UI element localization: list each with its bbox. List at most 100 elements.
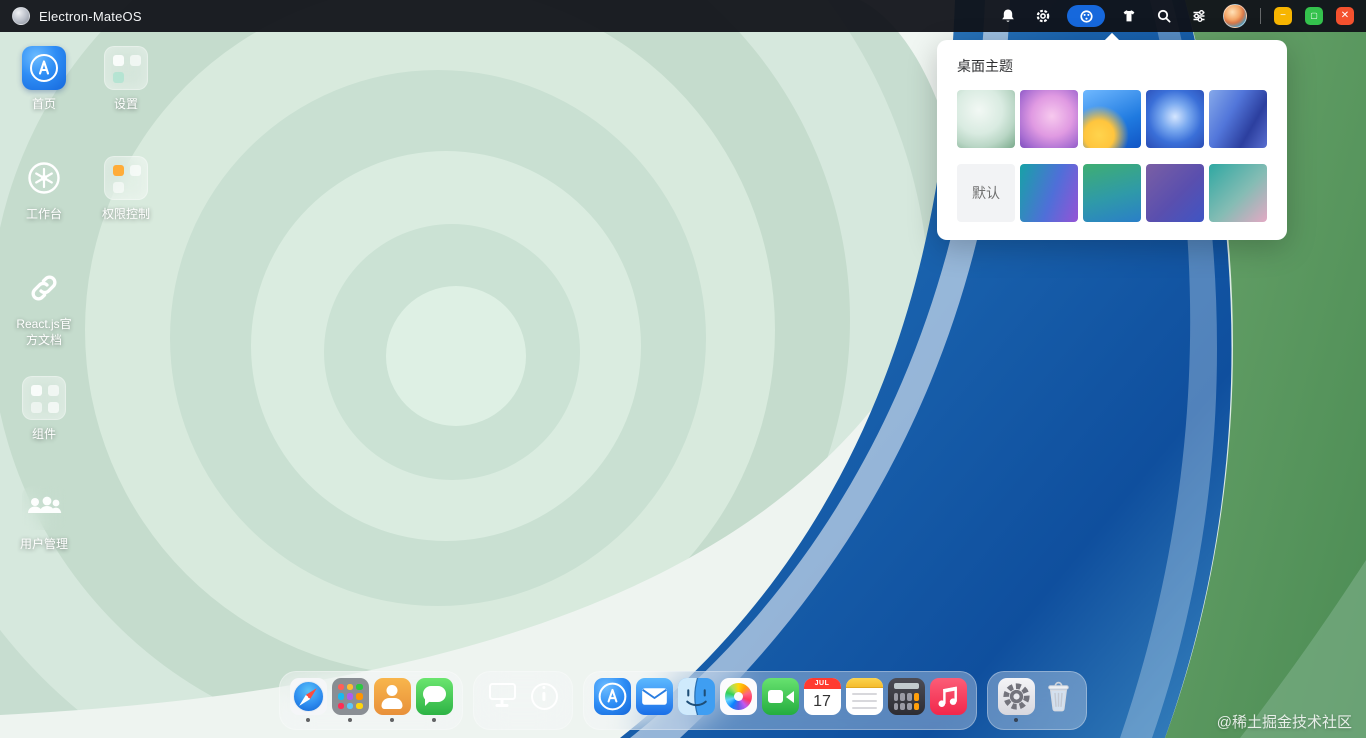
- trash-icon: [1040, 678, 1077, 715]
- control-center-button[interactable]: [1188, 5, 1210, 27]
- wallpaper-theme-button[interactable]: [1118, 5, 1140, 27]
- dock-item-info[interactable]: [524, 678, 564, 722]
- mini-app-tile: [113, 182, 124, 193]
- dock-item-safari[interactable]: [288, 678, 328, 722]
- theme-thumb-teal-pink[interactable]: [1209, 164, 1267, 222]
- desktop-icon-user-management[interactable]: 用户管理: [2, 486, 86, 552]
- running-indicator: [348, 718, 352, 722]
- theme-thumb-default[interactable]: 默认: [957, 164, 1015, 222]
- calendar-month: JUL: [804, 678, 841, 689]
- photos-icon: [720, 678, 757, 715]
- theme-thumb-purple-indigo[interactable]: [1146, 164, 1204, 222]
- dock-item-mail[interactable]: [634, 678, 674, 722]
- permissions-folder-icon: [104, 156, 148, 200]
- notification-bell-button[interactable]: [997, 5, 1019, 27]
- sliders-icon: [1191, 8, 1207, 24]
- dock-group-3: JUL 17: [583, 671, 977, 730]
- os-title: Electron-MateOS: [39, 9, 142, 24]
- dock-item-photos[interactable]: [718, 678, 758, 722]
- workbench-wheel-icon: [22, 156, 66, 200]
- desktop-icon-label: 用户管理: [20, 536, 68, 552]
- desktop-icon-react-docs[interactable]: React.js官方文档: [2, 266, 86, 348]
- mini-app-tile: [31, 402, 42, 413]
- mini-app-tile: [48, 385, 59, 396]
- theme-thumb-mint-swirl[interactable]: [957, 90, 1015, 148]
- messages-icon: [416, 678, 453, 715]
- dock-item-music[interactable]: [928, 678, 968, 722]
- dock-item-settings[interactable]: [996, 678, 1036, 722]
- dock-group-4: [987, 671, 1087, 730]
- music-icon: [930, 678, 967, 715]
- desktop-icon-label: 首页: [32, 96, 56, 112]
- dock-item-launchpad[interactable]: [330, 678, 370, 722]
- mini-app-tile: [48, 402, 59, 413]
- facetime-icon: [762, 678, 799, 715]
- desktop-icon-workbench[interactable]: 工作台: [2, 156, 86, 222]
- window-close-button[interactable]: ✕: [1336, 7, 1354, 25]
- theme-color-icon: [1079, 9, 1094, 24]
- desktop-icon-permissions[interactable]: 权限控制: [84, 156, 168, 222]
- dock-item-trash[interactable]: [1038, 678, 1078, 722]
- mini-app-tile: [130, 165, 141, 176]
- users-icon: [22, 486, 66, 530]
- gear-icon: [1035, 8, 1051, 24]
- launchpad-icon: [332, 678, 369, 715]
- theme-thumb-blue-violet[interactable]: [1209, 90, 1267, 148]
- dock-item-calendar[interactable]: JUL 17: [802, 678, 842, 722]
- theme-grid: 默认: [957, 90, 1267, 222]
- running-indicator: [432, 718, 436, 722]
- bell-icon: [1000, 8, 1016, 24]
- components-folder-icon: [22, 376, 66, 420]
- dock-group-2: [473, 671, 573, 730]
- dock-group-1: [279, 671, 463, 730]
- watermark: @稀土掘金技术社区: [1217, 711, 1352, 732]
- desktop-icon-label: 工作台: [26, 206, 62, 222]
- dock-item-calculator[interactable]: [886, 678, 926, 722]
- desktop-icon-home[interactable]: 首页: [2, 46, 86, 112]
- desktop-icon-label: React.js官方文档: [12, 316, 76, 348]
- theme-thumb-blue-sphere[interactable]: [1146, 90, 1204, 148]
- window-maximize-button[interactable]: ▢: [1305, 7, 1323, 25]
- theme-thumb-blue-yellow[interactable]: [1083, 90, 1141, 148]
- dock-item-contacts[interactable]: [372, 678, 412, 722]
- dock-item-finder[interactable]: [676, 678, 716, 722]
- desktop-icon-settings[interactable]: 设置: [84, 46, 168, 112]
- theme-thumb-pink-flower[interactable]: [1020, 90, 1078, 148]
- dock-item-appstore[interactable]: [592, 678, 632, 722]
- dock: JUL 17: [279, 671, 1087, 730]
- search-icon: [1156, 8, 1172, 24]
- appstore-a-icon: [26, 50, 62, 86]
- safari-icon: [290, 678, 327, 715]
- desktop-icon-components[interactable]: 组件: [2, 376, 86, 442]
- user-avatar[interactable]: [1223, 4, 1247, 28]
- theme-panel-title: 桌面主题: [957, 56, 1267, 76]
- mini-app-tile: [113, 72, 124, 83]
- dock-item-notes[interactable]: [844, 678, 884, 722]
- topbar-divider: [1260, 8, 1261, 24]
- running-indicator: [1014, 718, 1018, 722]
- running-indicator: [390, 718, 394, 722]
- calendar-icon: JUL 17: [804, 678, 841, 715]
- mini-app-tile: [130, 55, 141, 66]
- theme-color-button-active[interactable]: [1067, 5, 1105, 27]
- window-minimize-button[interactable]: −: [1274, 7, 1292, 25]
- info-icon: [526, 678, 563, 715]
- topbar: Electron-MateOS: [0, 0, 1366, 32]
- calculator-icon: [888, 678, 925, 715]
- dock-item-messages[interactable]: [414, 678, 454, 722]
- settings-folder-icon: [104, 46, 148, 90]
- desktop-icon-label: 设置: [114, 96, 138, 112]
- search-button[interactable]: [1153, 5, 1175, 27]
- mini-app-tile: [31, 385, 42, 396]
- link-icon: [22, 266, 66, 310]
- theme-thumb-green-blue[interactable]: [1083, 164, 1141, 222]
- dock-item-facetime[interactable]: [760, 678, 800, 722]
- desktop-icon-label: 权限控制: [102, 206, 150, 222]
- theme-thumb-teal-purple[interactable]: [1020, 164, 1078, 222]
- os-logo-icon: [12, 7, 30, 25]
- mini-app-tile: [113, 55, 124, 66]
- finder-icon: [678, 678, 715, 715]
- dock-item-display[interactable]: [482, 678, 522, 722]
- contacts-icon: [374, 678, 411, 715]
- settings-gear-button[interactable]: [1032, 5, 1054, 27]
